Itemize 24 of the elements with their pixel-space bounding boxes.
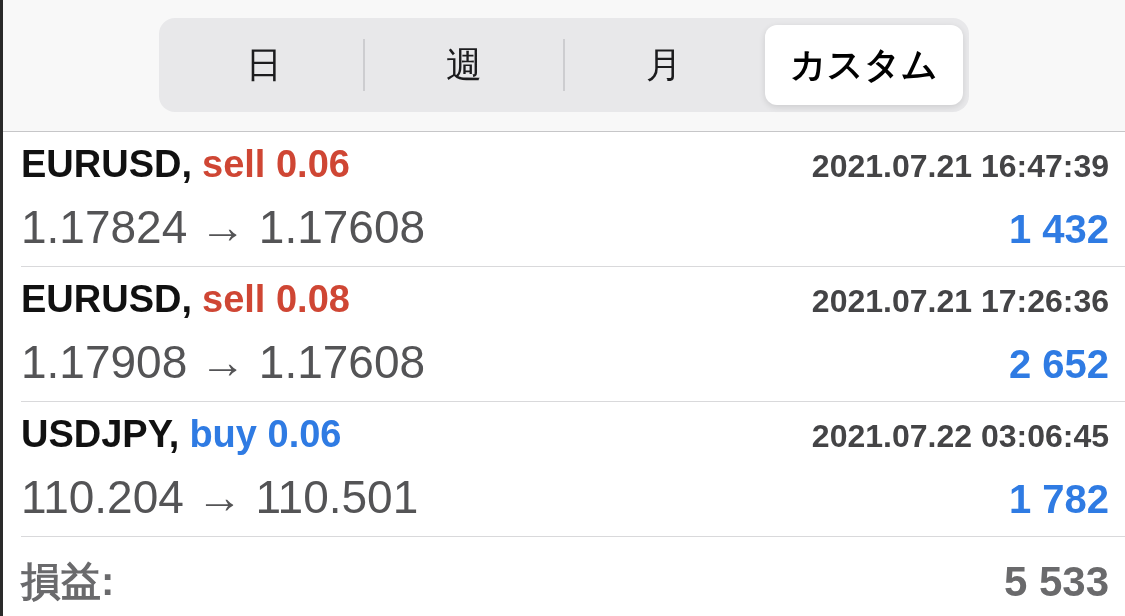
trade-profit: 2 652 [1008, 340, 1109, 388]
trade-time: 2021.07.21 16:47:39 [811, 147, 1109, 186]
trade-symbol: EURUSD, [21, 277, 193, 322]
trade-profit: 1 782 [1008, 475, 1109, 523]
trade-row[interactable]: EURUSD, sell 0.06 2021.07.21 16:47:39 1.17824 → 1.17608 1 432 [21, 132, 1125, 267]
total-value: 5 533 [1003, 557, 1109, 606]
trade-prices: 1.17824 → 1.17608 [21, 199, 426, 255]
trade-row[interactable]: USDJPY, buy 0.06 2021.07.22 03:06:45 110.204 → 110.501 1 782 [21, 402, 1125, 537]
period-tab[interactable]: カスタム [765, 25, 963, 105]
period-tab[interactable]: 週 [365, 25, 563, 105]
trade-symbol: EURUSD, [21, 142, 193, 187]
period-tab[interactable]: 日 [165, 25, 363, 105]
trade-prices: 1.17908 → 1.17608 [21, 334, 426, 390]
total-label: 損益: [21, 558, 115, 605]
trade-time: 2021.07.21 17:26:36 [811, 282, 1109, 321]
trade-row[interactable]: EURUSD, sell 0.08 2021.07.21 17:26:36 1.17908 → 1.17608 2 652 [21, 267, 1125, 402]
period-tab[interactable]: 月 [565, 25, 763, 105]
order-type: sell 0.06 [202, 142, 350, 187]
trade-symbol: USDJPY, [21, 412, 180, 457]
order-type: sell 0.08 [202, 277, 350, 322]
trade-prices: 110.204 → 110.501 [21, 469, 419, 525]
trade-profit: 1 432 [1008, 205, 1109, 253]
order-type: buy 0.06 [189, 412, 342, 457]
trade-time: 2021.07.22 03:06:45 [811, 417, 1109, 456]
